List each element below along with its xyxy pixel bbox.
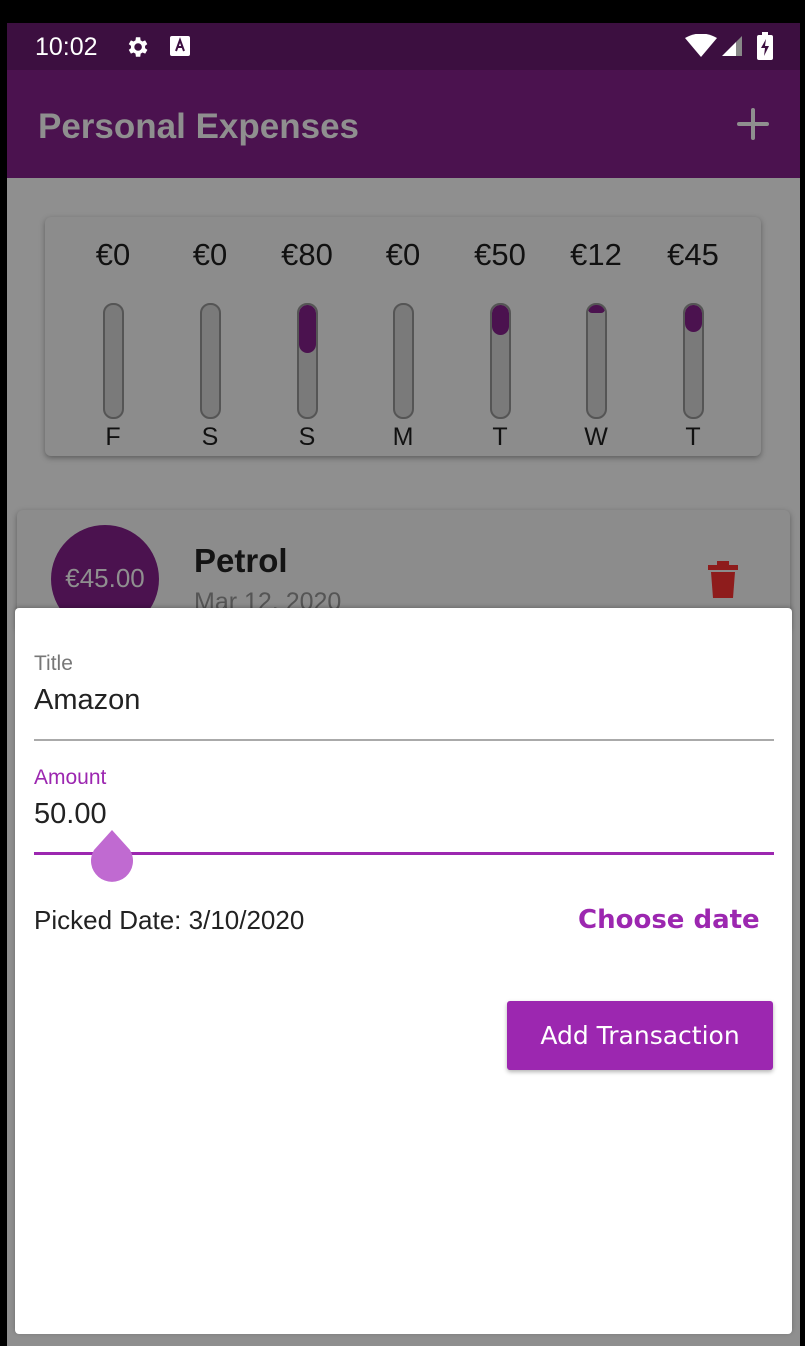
transaction-title: Petrol <box>194 542 288 579</box>
picked-date-text: Picked Date: 3/10/2020 <box>34 905 305 935</box>
bar-fill <box>685 305 702 332</box>
bar-amount: €0 <box>192 237 228 272</box>
signal-icon <box>722 36 742 56</box>
amount-label: Amount <box>34 766 107 789</box>
bar-track <box>490 303 511 419</box>
plus-icon[interactable] <box>729 100 777 148</box>
add-transaction-button[interactable]: Add Transaction <box>507 1001 773 1070</box>
weekly-chart: €0 F €0 S €80 S €0 M €50 T €12 W €45 T <box>45 217 761 456</box>
status-bar: 10:02 <box>7 23 800 70</box>
bar-day: S <box>201 423 219 451</box>
amount-underline <box>34 852 774 855</box>
battery-charging-icon <box>757 32 773 60</box>
amount-input[interactable]: 50.00 <box>34 798 107 831</box>
gear-icon <box>128 37 148 57</box>
bar-fill <box>588 305 605 313</box>
status-time: 10:02 <box>35 33 98 61</box>
transaction-amount: €45.00 <box>65 563 145 593</box>
bar-day: T <box>685 423 701 451</box>
wifi-icon <box>685 34 717 57</box>
bar-amount: €80 <box>281 237 333 272</box>
bar-track <box>200 303 221 419</box>
bar-amount: €12 <box>570 237 622 272</box>
bar-fill <box>492 305 509 336</box>
bar-day: T <box>492 423 508 451</box>
title-label: Title <box>34 652 73 675</box>
bar-day: S <box>298 423 316 451</box>
bar-track <box>103 303 124 419</box>
bar-track <box>683 303 704 419</box>
trash-icon[interactable] <box>705 560 741 600</box>
text-cursor-handle[interactable] <box>90 830 134 884</box>
bar-amount: €0 <box>95 237 131 272</box>
bar-day: W <box>584 423 608 451</box>
app-screen: 10:02 Personal Expenses €0 F €0 S €80 S … <box>7 23 800 1346</box>
choose-date-button[interactable]: Choose date <box>578 905 760 935</box>
new-transaction-sheet: Title Amazon Amount 50.00 Picked Date: 3… <box>15 608 792 1334</box>
bar-track <box>297 303 318 419</box>
bar-track <box>586 303 607 419</box>
a-notification-icon <box>170 36 190 56</box>
title-underline <box>34 739 774 741</box>
bar-amount: €45 <box>667 237 719 272</box>
bar-amount: €50 <box>474 237 526 272</box>
app-bar: Personal Expenses <box>7 70 800 178</box>
title-input[interactable]: Amazon <box>34 684 140 717</box>
bar-day: F <box>105 423 121 451</box>
bar-fill <box>299 305 316 354</box>
bar-day: M <box>392 423 414 451</box>
bar-track <box>393 303 414 419</box>
bar-amount: €0 <box>385 237 421 272</box>
app-title: Personal Expenses <box>38 107 359 146</box>
